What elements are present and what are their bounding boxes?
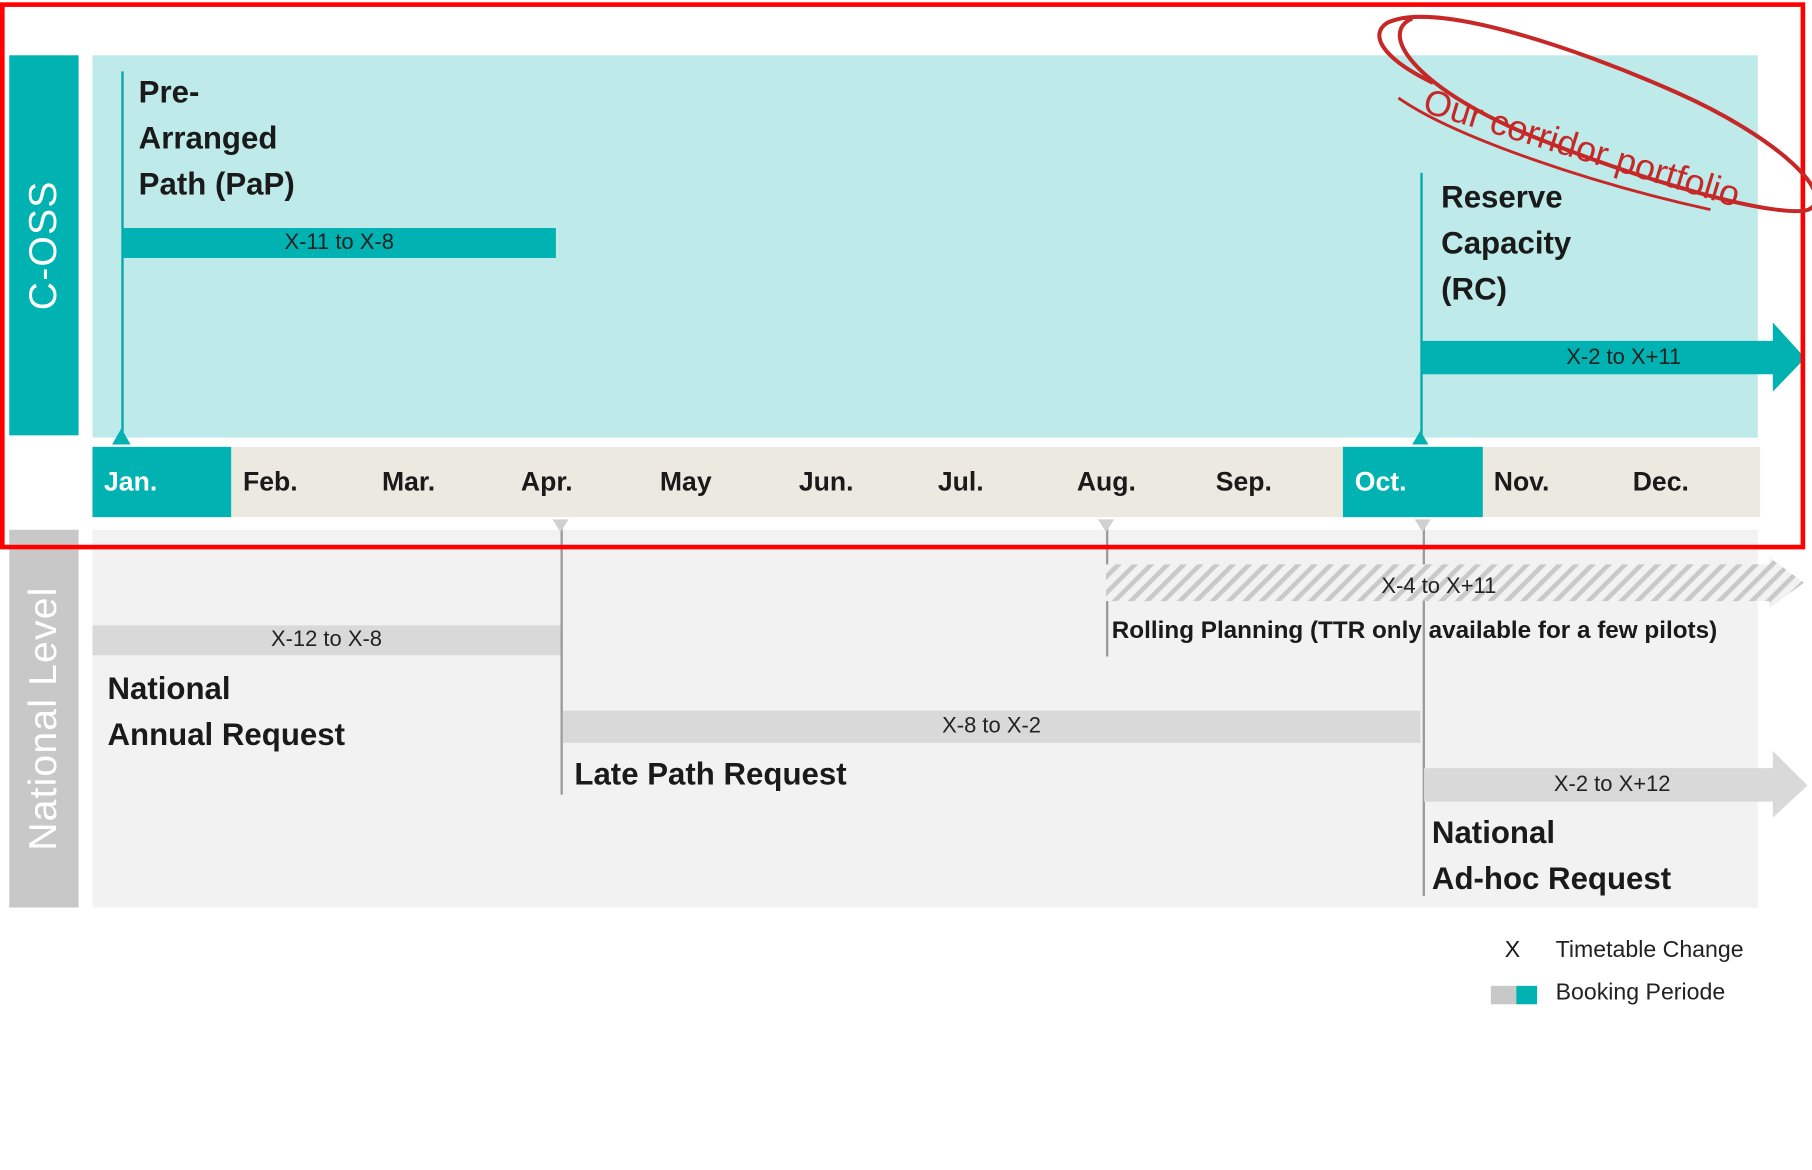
- timeline-diagram: C-OSS National Level Jan. Feb. Mar. Apr.…: [0, 0, 1812, 1170]
